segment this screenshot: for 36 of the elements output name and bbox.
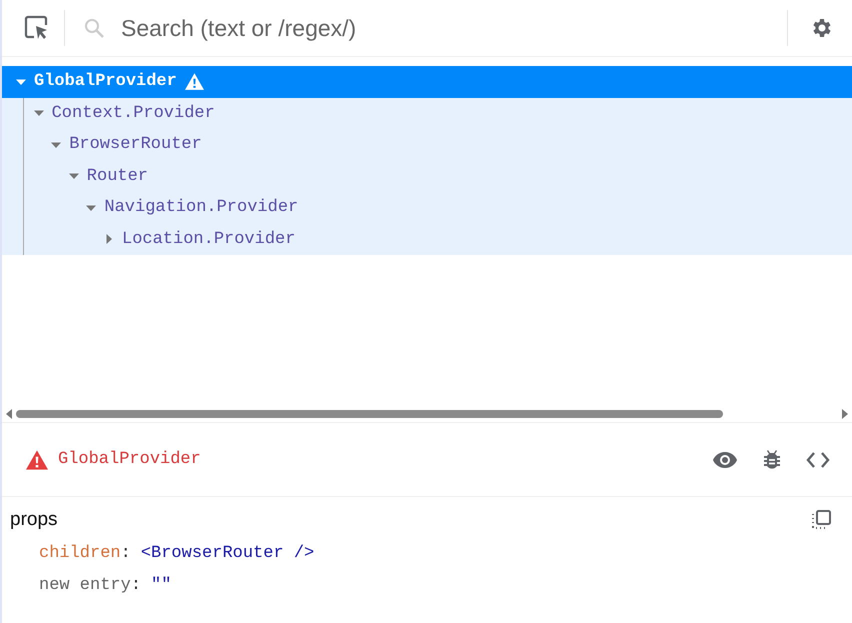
search-icon bbox=[83, 17, 105, 39]
component-name: Router bbox=[86, 166, 148, 186]
tree-item[interactable]: GlobalProvider bbox=[2, 66, 852, 98]
caret-icon bbox=[34, 108, 44, 118]
caret-icon bbox=[51, 140, 62, 150]
prop-value[interactable]: "" bbox=[151, 576, 172, 594]
caret-icon bbox=[86, 202, 96, 213]
scrollbar-thumb[interactable] bbox=[16, 410, 723, 418]
scroll-left-icon[interactable] bbox=[6, 409, 12, 419]
cursor-select-icon bbox=[24, 15, 50, 41]
caret-icon bbox=[68, 171, 79, 182]
section-title: props bbox=[10, 509, 58, 531]
colon: : bbox=[120, 544, 131, 562]
code-icon bbox=[806, 450, 830, 468]
component-name: Location.Provider bbox=[122, 230, 296, 249]
component-name: Context.Provider bbox=[52, 104, 215, 123]
tree-item[interactable]: Router bbox=[2, 160, 852, 192]
component-name: GlobalProvider bbox=[34, 72, 177, 92]
colon: : bbox=[130, 576, 142, 594]
tree-item[interactable]: BrowserRouter bbox=[2, 129, 852, 160]
tree-item[interactable]: Location.Provider bbox=[2, 224, 852, 255]
component-title: GlobalProvider bbox=[58, 450, 201, 469]
component-name: Navigation.Provider bbox=[104, 198, 298, 218]
search-field[interactable]: Search (text or /regex/) bbox=[119, 14, 775, 42]
prop-key: children bbox=[39, 544, 121, 562]
copy-icon bbox=[810, 509, 832, 531]
scroll-right-icon[interactable] bbox=[842, 409, 848, 419]
tree-item[interactable]: Context.Provider bbox=[2, 98, 852, 129]
caret-icon bbox=[104, 234, 114, 244]
component-name: BrowserRouter bbox=[69, 135, 202, 154]
prop-value: <BrowserRouter /> bbox=[140, 544, 314, 562]
prop-key[interactable]: new entry bbox=[39, 576, 131, 594]
eye-icon bbox=[712, 450, 738, 468]
caret-icon bbox=[16, 76, 26, 87]
tree-item[interactable]: Navigation.Provider bbox=[2, 192, 852, 224]
bug-icon bbox=[762, 448, 782, 470]
